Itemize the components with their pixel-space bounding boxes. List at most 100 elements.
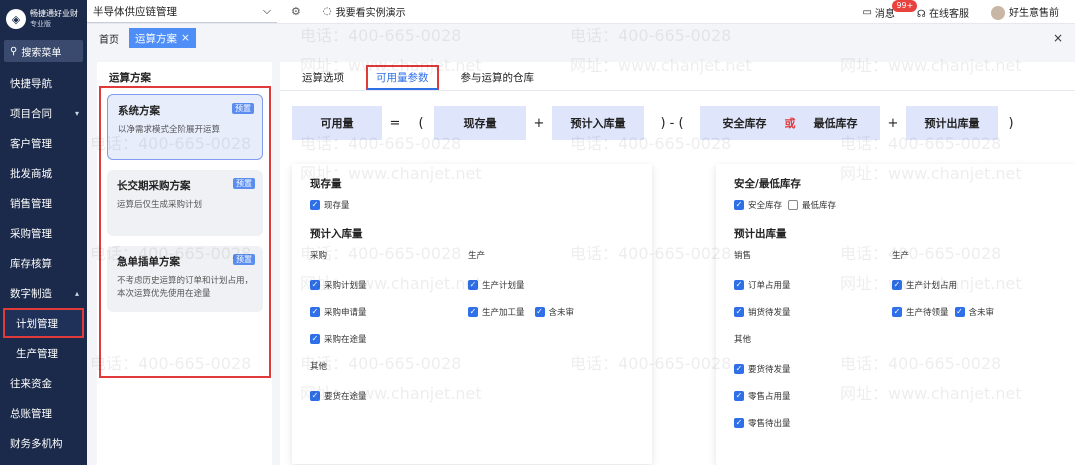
checkbox-checked-icon: ✓: [310, 391, 320, 401]
menu-search-button[interactable]: ⚲ 搜索菜单: [4, 40, 83, 62]
checkbox-include-unapproved[interactable]: ✓ 含未审: [954, 306, 995, 318]
checkbox-checked-icon: ✓: [734, 418, 744, 428]
checkbox-min-stock[interactable]: 最低库存: [788, 199, 836, 211]
checkbox-label: 要货待发量: [748, 365, 791, 375]
checkbox-order-occupy[interactable]: ✓ 订单占用量: [734, 279, 892, 291]
user-name: 好生意售前: [1009, 8, 1059, 19]
tab-warehouses[interactable]: 参与运算的仓库: [461, 70, 535, 85]
brand-edition: 专业版: [30, 20, 51, 28]
checkbox-purchase-plan[interactable]: ✓ 采购计划量: [310, 279, 468, 291]
plan-desc: 不考虑历史运算的订单和计划占用，本次运算优先使用在途量: [117, 276, 254, 299]
plan-card-system[interactable]: 系统方案 以净需求模式全阶展开运算 预置: [107, 94, 263, 160]
section-title-safety: 安全/最低库存: [734, 178, 801, 190]
checkbox-include-unapproved[interactable]: ✓ 含未审: [534, 306, 574, 318]
checkbox-checked-icon: ✓: [734, 200, 744, 210]
plan-list-panel: 运算方案 系统方案 以净需求模式全阶展开运算 预置 长交期采购方案 运算后仅生成…: [97, 62, 272, 465]
sidebar-item-label: 库存核算: [10, 257, 52, 270]
company-select-value: 半导体供应链管理: [93, 5, 177, 18]
sidebar-item-label: 快捷导航: [10, 77, 52, 90]
checkbox-label: 零售待出量: [748, 419, 791, 429]
checkbox-production-plan[interactable]: ✓ 生产计划量: [468, 279, 525, 291]
checkbox-retail-occupy[interactable]: ✓ 零售占用量: [734, 390, 791, 402]
checkbox-production-plan-occupy[interactable]: ✓ 生产计划占用: [892, 279, 957, 291]
checkbox-goods-pending[interactable]: ✓ 要货待发量: [734, 363, 791, 375]
sidebar-item-label: 项目合同: [10, 107, 52, 120]
sidebar-item-label: 总账管理: [10, 407, 52, 420]
checkbox-label: 最低库存: [802, 201, 837, 211]
checkbox-label: 生产待领量: [906, 308, 949, 318]
tab-home[interactable]: 首页: [99, 31, 119, 46]
checkbox-label: 采购计划量: [324, 281, 367, 291]
plan-card-rush-order[interactable]: 急单插单方案 不考虑历史运算的订单和计划占用，本次运算优先使用在途量 预置: [107, 246, 263, 312]
tab-available-params[interactable]: 可用量参数: [366, 64, 439, 90]
plan-card-long-lead[interactable]: 长交期采购方案 运算后仅生成采购计划 预置: [107, 170, 263, 236]
headset-icon: ☊: [916, 8, 926, 20]
sidebar-item-inventory[interactable]: 库存核算: [0, 248, 87, 278]
plan-list: 系统方案 以净需求模式全阶展开运算 预置 长交期采购方案 运算后仅生成采购计划 …: [99, 86, 271, 378]
user-menu[interactable]: 好生意售前: [991, 4, 1059, 20]
preset-badge: 预置: [233, 178, 255, 189]
sidebar-item-digital-manufacturing[interactable]: 数字制造 ▴: [0, 278, 87, 308]
company-select[interactable]: 半导体供应链管理 ⌵: [87, 1, 277, 23]
sidebar-item-finance-multi-org[interactable]: 财务多机构: [0, 428, 87, 458]
demo-label: 我要看实例演示: [335, 8, 406, 19]
tab-calculation-plan[interactable]: 运算方案 ×: [129, 28, 196, 48]
sidebar-item-customers[interactable]: 客户管理: [0, 128, 87, 158]
checkbox-checked-icon: ✓: [954, 307, 965, 317]
sidebar-item-label: 批发商城: [10, 167, 52, 180]
checkbox-production-process[interactable]: ✓ 生产加工量: [468, 306, 525, 318]
checkbox-sales-pending[interactable]: ✓ 销货待发量: [734, 306, 892, 318]
checkbox-purchase-request[interactable]: ✓ 采购申请量: [310, 306, 468, 318]
formula-available: 可用量: [292, 106, 382, 140]
checkbox-goods-transit[interactable]: ✓ 要货在途量: [310, 390, 367, 402]
checkbox-label: 生产加工量: [482, 308, 525, 318]
gear-icon[interactable]: ⚙: [291, 5, 301, 18]
eye-icon: ◌: [322, 6, 332, 17]
checkbox-production-pending[interactable]: ✓ 生产待领量: [892, 306, 949, 318]
checkbox-unchecked-icon: [788, 200, 799, 210]
chevron-down-icon: ▾: [74, 108, 79, 118]
sidebar-item-label: 数字制造: [10, 287, 52, 300]
checkbox-checked-icon: ✓: [468, 280, 478, 290]
checkbox-retail-pending[interactable]: ✓ 零售待出量: [734, 417, 791, 429]
messages-button[interactable]: ▭ 消息 99+: [862, 0, 918, 20]
group-label-other: 其他: [310, 362, 328, 372]
formula-onhand: 现存量: [434, 106, 526, 140]
checkbox-checked-icon: ✓: [310, 280, 320, 290]
checkbox-checked-icon: ✓: [892, 280, 902, 290]
checkbox-label: 采购申请量: [324, 308, 367, 318]
checkbox-purchase-transit[interactable]: ✓ 采购在途量: [310, 333, 367, 345]
online-service-button[interactable]: ☊ 在线客服: [917, 5, 969, 20]
close-icon[interactable]: ×: [181, 32, 190, 44]
checkbox-label: 含未审: [968, 308, 995, 318]
sidebar-item-plan-management[interactable]: 计划管理: [3, 308, 84, 338]
sidebar-item-production[interactable]: 生产管理: [0, 338, 87, 368]
tab-calc-options[interactable]: 运算选项: [302, 70, 344, 85]
formula-or: 或: [784, 117, 796, 130]
formula-safety-or-min: 安全库存 或 最低库存: [700, 106, 880, 140]
formula-plus-2: +: [887, 115, 899, 131]
sidebar-item-purchase[interactable]: 采购管理: [0, 218, 87, 248]
checkbox-checked-icon: ✓: [534, 307, 545, 317]
preset-badge: 预置: [232, 103, 254, 114]
formula-safety: 安全库存: [722, 117, 767, 130]
brand-name: 畅捷通好业财: [30, 9, 78, 18]
chevron-down-icon: ⌵: [263, 4, 271, 17]
close-all-tabs-icon[interactable]: ×: [1053, 31, 1063, 45]
checkbox-checked-icon: ✓: [310, 307, 320, 317]
sidebar-item-ledger[interactable]: 总账管理: [0, 398, 87, 428]
sidebar-item-wholesale[interactable]: 批发商城: [0, 158, 87, 188]
sidebar-item-funds[interactable]: 往来资金: [0, 368, 87, 398]
message-badge: 99+: [892, 0, 918, 12]
checkbox-safety-stock[interactable]: ✓ 安全库存: [734, 199, 782, 211]
demo-link[interactable]: ◌ 我要看实例演示: [323, 4, 406, 19]
sidebar-item-quick-nav[interactable]: 快捷导航: [0, 68, 87, 98]
checkbox-checked-icon: ✓: [734, 364, 744, 374]
group-label-purchase: 采购: [310, 251, 328, 261]
checkbox-onhand[interactable]: ✓ 现存量: [310, 199, 350, 211]
checkbox-label: 现存量: [324, 201, 350, 211]
sidebar: ◈ 畅捷通好业财 专业版 ⚲ 搜索菜单 快捷导航 项目合同 ▾ 客户管理 批发商城…: [0, 0, 87, 465]
sidebar-item-projects[interactable]: 项目合同 ▾: [0, 98, 87, 128]
checkbox-label: 生产计划占用: [906, 281, 958, 291]
sidebar-item-sales[interactable]: 销售管理: [0, 188, 87, 218]
